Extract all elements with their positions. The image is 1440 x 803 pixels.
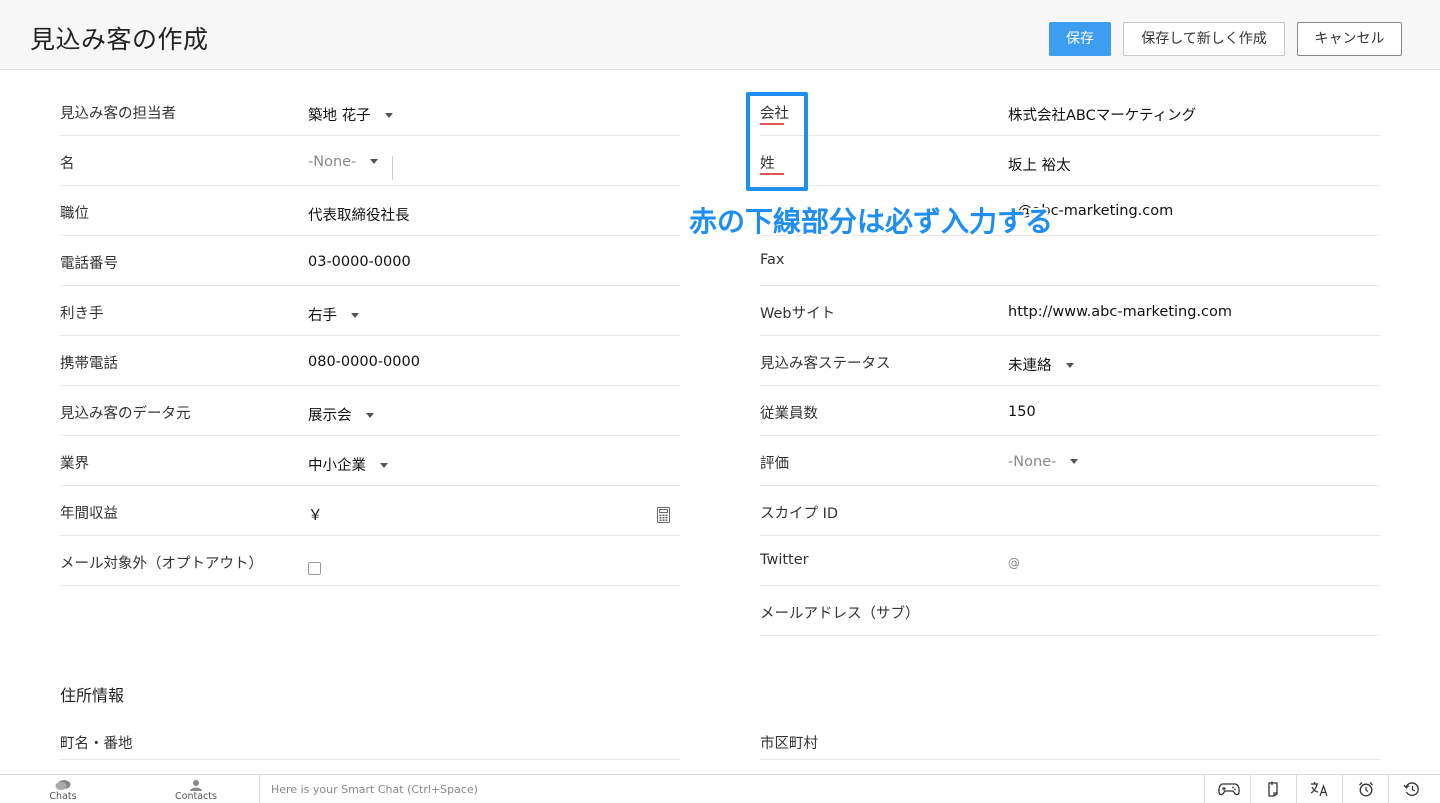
email-opt-out-checkbox[interactable] <box>308 562 321 575</box>
page-title: 見込み客の作成 <box>30 25 209 54</box>
person-icon <box>190 780 202 791</box>
game-button[interactable] <box>1204 775 1250 803</box>
lead-source-select[interactable]: 展示会 <box>308 404 374 425</box>
sticky-note-icon <box>1268 781 1278 797</box>
bottom-bar: Chats Contacts Here is your Smart Chat (… <box>0 774 1440 803</box>
notes-button[interactable] <box>1250 775 1296 803</box>
field-website: Webサイト http://www.abc-marketing.com <box>760 286 1380 336</box>
field-fax: Fax <box>760 236 1380 286</box>
field-label: スカイプ ID <box>760 506 839 522</box>
field-first-name: 名 -None- <box>60 136 680 186</box>
chats-button[interactable]: Chats <box>40 775 86 803</box>
company-input[interactable]: 株式会社ABCマーケティング <box>1008 104 1196 125</box>
annotation-text: 赤の下線部分は必ず入力する <box>689 205 1054 238</box>
lead-status-select[interactable]: 未連絡 <box>1008 354 1074 375</box>
contacts-label: Contacts <box>175 791 217 802</box>
field-mobile: 携帯電話 080-0000-0000 <box>60 336 680 386</box>
smart-chat-input[interactable]: Here is your Smart Chat (Ctrl+Space) <box>271 783 478 796</box>
alarm-clock-icon <box>1359 782 1373 797</box>
translate-icon <box>1310 782 1328 797</box>
save-and-new-button[interactable]: 保存して新しく作成 <box>1123 22 1285 56</box>
field-email-opt-out: メール対象外（オプトアウト） <box>60 536 680 586</box>
field-label: 評価 <box>760 456 789 472</box>
field-label: メール対象外（オプトアウト） <box>60 556 263 572</box>
field-lead-status: 見込み客ステータス 未連絡 <box>760 336 1380 386</box>
field-rating: 評価 -None- <box>760 436 1380 486</box>
translate-button[interactable] <box>1296 775 1342 803</box>
dropdown-caret-icon <box>1070 458 1079 464</box>
phone-input[interactable]: 03-0000-0000 <box>308 254 411 270</box>
employees-input[interactable]: 150 <box>1008 404 1036 420</box>
divider <box>259 775 260 803</box>
field-label: 町名・番地 <box>60 736 133 752</box>
field-secondary-email: メールアドレス（サブ） <box>760 586 1380 636</box>
field-label: メールアドレス（サブ） <box>760 606 920 622</box>
field-industry: 業界 中小企業 <box>60 436 680 486</box>
dropdown-caret-icon <box>370 158 379 164</box>
field-title: 職位 代表取締役社長 <box>60 186 680 236</box>
divider <box>392 156 393 180</box>
field-label: 市区町村 <box>760 736 818 752</box>
calculator-icon[interactable] <box>657 507 670 523</box>
field-label: 見込み客ステータス <box>760 356 891 372</box>
field-label: 見込み客のデータ元 <box>60 406 191 422</box>
field-employees: 従業員数 150 <box>760 386 1380 436</box>
save-button[interactable]: 保存 <box>1049 22 1111 56</box>
field-lead-source: 見込み客のデータ元 展示会 <box>60 386 680 436</box>
field-label: 名 <box>60 156 75 172</box>
field-label: 携帯電話 <box>60 356 118 372</box>
dropdown-caret-icon <box>384 112 393 118</box>
title-input[interactable]: 代表取締役社長 <box>308 204 410 225</box>
annotation-highlight-box <box>746 92 808 191</box>
field-label: 見込み客の担当者 <box>60 106 176 122</box>
field-city: 市区町村 <box>760 716 1380 760</box>
lead-owner-select[interactable]: 築地 花子 <box>308 104 393 125</box>
annual-revenue-input[interactable]: ￥ <box>308 504 323 525</box>
dropdown-caret-icon <box>365 412 374 418</box>
rating-select[interactable]: -None- <box>1008 454 1079 470</box>
field-twitter: Twitter @ <box>760 536 1380 586</box>
twitter-input[interactable]: @ <box>1008 556 1020 570</box>
field-last-name: 姓 坂上 裕太 <box>760 136 1380 186</box>
handedness-select[interactable]: 右手 <box>308 304 359 325</box>
page-header: 見込み客の作成 保存 保存して新しく作成 キャンセル <box>0 0 1440 70</box>
field-skype: スカイプ ID <box>760 486 1380 536</box>
last-name-input[interactable]: 坂上 裕太 <box>1008 154 1071 175</box>
dropdown-caret-icon <box>380 462 388 468</box>
section-title-address: 住所情報 <box>60 686 125 705</box>
industry-select[interactable]: 中小企業 <box>308 454 388 475</box>
field-label: Fax <box>760 252 785 268</box>
field-label: 年間収益 <box>60 506 118 522</box>
history-icon <box>1403 782 1419 796</box>
field-label: Twitter <box>760 552 809 568</box>
chat-bubble-icon <box>55 780 71 790</box>
dropdown-caret-icon <box>351 312 359 318</box>
field-label: 業界 <box>60 456 89 472</box>
field-annual-revenue: 年間収益 ￥ <box>60 486 680 536</box>
field-lead-owner: 見込み客の担当者 築地 花子 <box>60 86 680 136</box>
contacts-button[interactable]: Contacts <box>170 775 222 803</box>
gamepad-icon <box>1218 783 1240 796</box>
field-label: 利き手 <box>60 306 104 322</box>
website-input[interactable]: http://www.abc-marketing.com <box>1008 304 1232 320</box>
field-label: 従業員数 <box>760 406 818 422</box>
mobile-input[interactable]: 080-0000-0000 <box>308 354 420 370</box>
cancel-button[interactable]: キャンセル <box>1297 22 1402 56</box>
field-phone: 電話番号 03-0000-0000 <box>60 236 680 286</box>
field-label: 職位 <box>60 206 89 222</box>
field-handedness: 利き手 右手 <box>60 286 680 336</box>
dropdown-caret-icon <box>1065 362 1074 368</box>
chats-label: Chats <box>49 791 77 802</box>
history-button[interactable] <box>1388 775 1440 803</box>
field-street: 町名・番地 <box>60 716 680 760</box>
field-company: 会社 株式会社ABCマーケティング <box>760 86 1380 136</box>
field-label: 電話番号 <box>60 256 118 272</box>
salutation-select[interactable]: -None- <box>308 154 379 170</box>
alarm-button[interactable] <box>1342 775 1388 803</box>
field-label: Webサイト <box>760 306 836 322</box>
